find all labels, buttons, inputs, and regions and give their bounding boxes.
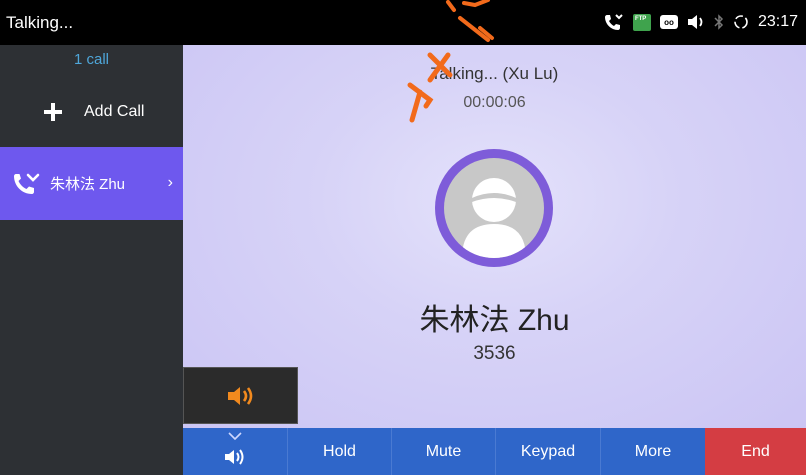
status-title: Talking... xyxy=(6,13,74,32)
sync-icon xyxy=(733,14,749,30)
more-button[interactable]: More xyxy=(600,428,705,475)
plus-icon xyxy=(42,101,64,123)
ftp-icon: FTP xyxy=(632,13,651,31)
add-call-button[interactable]: Add Call xyxy=(0,87,183,137)
contact-number: 3536 xyxy=(473,343,516,364)
bluetooth-icon xyxy=(714,14,724,30)
status-icons: FTP oo 23:17 xyxy=(604,13,798,31)
contact-name: 朱林法 Zhu xyxy=(419,304,570,337)
clock: 23:17 xyxy=(757,13,798,30)
chevron-right-icon: › xyxy=(167,174,173,191)
call-count: 1 call xyxy=(73,51,110,68)
speaker-popup[interactable] xyxy=(183,367,298,424)
status-bar: Talking... FTP oo 23:17 xyxy=(0,0,806,45)
mute-button[interactable]: Mute xyxy=(391,428,495,475)
ftp-label: FTP xyxy=(634,15,647,22)
voicemail-icon: oo xyxy=(659,15,678,29)
add-call-label: Add Call xyxy=(84,103,145,120)
phone-active-icon xyxy=(12,171,40,197)
active-call-name: 朱林法 Zhu xyxy=(50,176,126,193)
audio-channel-button[interactable] xyxy=(183,428,287,475)
call-timer: 00:00:06 xyxy=(463,94,526,111)
chevron-down-icon xyxy=(228,432,242,443)
call-status-text: Talking... (Xu Lu) xyxy=(430,64,559,83)
call-sidebar: 1 call Add Call 朱林法 Zhu › xyxy=(0,45,183,475)
keypad-button[interactable]: Keypad xyxy=(495,428,600,475)
avatar xyxy=(435,149,553,267)
call-action-bar: Hold Mute Keypad More End xyxy=(0,428,806,475)
speaker-icon xyxy=(227,386,252,405)
default-avatar-icon xyxy=(444,158,544,258)
hold-button[interactable]: Hold xyxy=(287,428,391,475)
end-call-button[interactable]: End xyxy=(705,428,806,475)
active-call-item[interactable]: 朱林法 Zhu › xyxy=(0,147,183,220)
call-screen: Talking... FTP oo 23:17 1 call Add Call … xyxy=(0,0,806,475)
missed-call-icon xyxy=(604,13,624,31)
speaker-icon xyxy=(225,449,244,465)
volume-icon xyxy=(687,14,705,30)
